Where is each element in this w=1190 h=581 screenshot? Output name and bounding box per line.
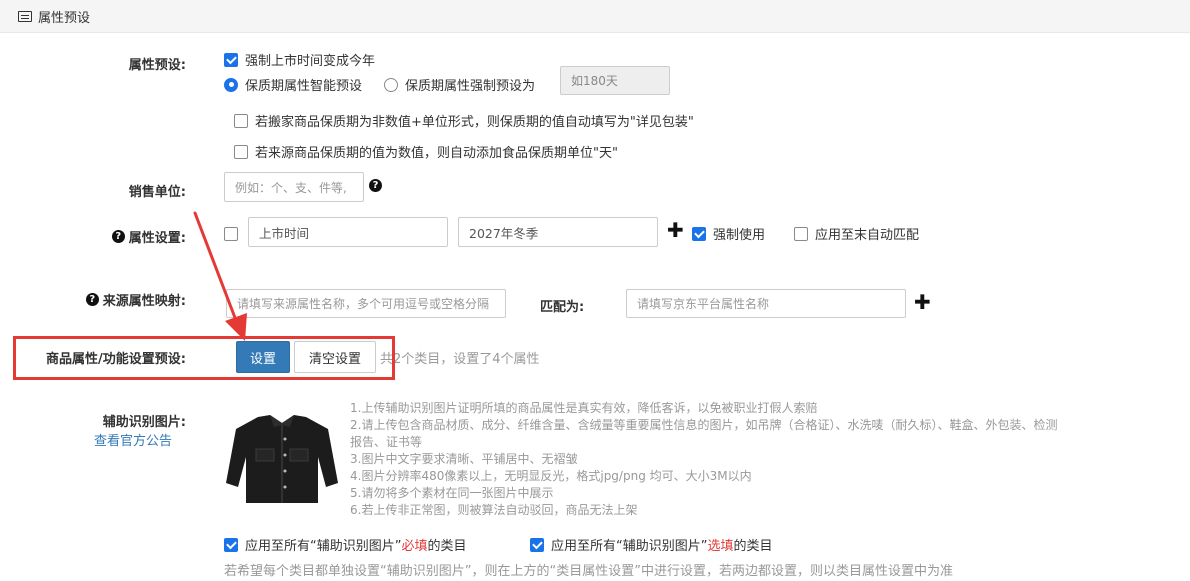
required-tag: 必填	[401, 539, 428, 554]
rule-line: 1.上传辅助识别图片证明所填的商品属性是真实有效，降低客诉，以免被职业打假人索赔	[350, 401, 818, 415]
aux-image-label: 辅助识别图片:	[102, 415, 186, 430]
attr-setting-label: 属性设置:	[128, 231, 186, 246]
source-map-label-group: ? 来源属性映射:	[20, 290, 186, 309]
add-map-plus-icon[interactable]: ✚	[914, 292, 931, 312]
rule-line: 6.若上传非正常图，则被算法自动驳回，商品无法上架	[350, 503, 638, 517]
force-use-checkbox[interactable]	[692, 226, 706, 241]
rule-line: 2.请上传包含商品材质、成分、纤维含量、含绒量等重要属性信息的图片，如吊牌（合格…	[350, 418, 1058, 432]
aux-image-rules: 1.上传辅助识别图片证明所填的商品属性是真实有效，降低客诉，以免被职业打假人索赔…	[350, 400, 1057, 519]
attr-setting-label-group: ? 属性设置:	[60, 227, 186, 246]
attr-value-input[interactable]: 2027年冬季	[458, 217, 658, 247]
target-attr-input[interactable]: 请填写京东平台属性名称	[626, 289, 906, 318]
help-icon[interactable]: ?	[111, 230, 125, 243]
add-attr-plus-icon[interactable]: ✚	[667, 220, 684, 240]
jacket-product-image	[226, 415, 338, 503]
add-unit-option[interactable]: 若来源商品保质期的值为数值，则自动添加食品保质期单位"天"	[234, 142, 618, 161]
force-use-label: 强制使用	[713, 228, 766, 243]
radio-force[interactable]	[384, 77, 398, 92]
match-label: 匹配为:	[540, 300, 585, 315]
optional-tag: 选填	[707, 539, 734, 554]
help-icon[interactable]: ?	[85, 293, 99, 306]
rule-line: 3.图片中文字要求清晰、平铺居中、无褶皱	[350, 452, 578, 466]
section-title: 属性预设	[38, 10, 91, 26]
source-map-label: 来源属性映射:	[102, 294, 186, 309]
add-unit-label: 若来源商品保质期的值为数值，则自动添加食品保质期单位"天"	[255, 146, 618, 161]
radio-smart[interactable]	[224, 77, 238, 92]
apply-end-label: 应用至末自动匹配	[815, 228, 920, 243]
shelf-life-input[interactable]: 如180天	[560, 66, 670, 95]
force-year-option[interactable]: 强制上市时间变成今年	[224, 50, 375, 69]
force-year-checkbox[interactable]	[224, 52, 238, 67]
radio-force-label: 保质期属性强制预设为	[405, 79, 536, 94]
apply-optional-suffix: 的类目	[733, 539, 773, 554]
sales-unit-label: 销售单位:	[128, 185, 186, 200]
apply-optional-checkbox[interactable]	[530, 537, 544, 552]
product-attr-summary: 共2个类目，设置了4个属性	[380, 352, 540, 367]
apply-end-checkbox[interactable]	[794, 226, 808, 241]
list-icon	[18, 10, 32, 22]
source-attr-input[interactable]: 请填写来源属性名称，多个可用逗号或空格分隔	[226, 289, 506, 318]
preset-label: 属性预设:	[128, 58, 186, 73]
force-year-label: 强制上市时间变成今年	[245, 54, 376, 69]
rule-line: 5.请勿将多个素材在同一张图片中展示	[350, 486, 554, 500]
annotation-arrow	[193, 211, 247, 341]
apply-required-checkbox[interactable]	[224, 537, 238, 552]
radio-smart-option[interactable]: 保质期属性智能预设	[224, 75, 362, 94]
apply-required-suffix: 的类目	[427, 539, 467, 554]
apply-required-option[interactable]: 应用至所有“辅助识别图片” 必填 的类目	[224, 535, 467, 554]
apply-end-option[interactable]: 应用至末自动匹配	[794, 224, 919, 243]
attr-name-input[interactable]: 上市时间	[248, 217, 448, 247]
aux-image-footer-note: 若希望每个类目都单独设置“辅助识别图片”，则在上方的“类目属性设置”中进行设置，…	[224, 564, 953, 579]
section-header: 属性预设	[0, 0, 1190, 33]
help-icon[interactable]: ?	[369, 179, 382, 192]
detail-pack-checkbox[interactable]	[234, 113, 248, 128]
rule-line: 4.图片分辨率480像素以上，无明显反光，格式jpg/png 均可、大小3M以内	[350, 469, 752, 483]
rule-line: 报告、证书等	[350, 435, 423, 449]
force-use-option[interactable]: 强制使用	[692, 224, 765, 243]
apply-optional-text: 应用至所有“辅助识别图片”	[551, 539, 708, 554]
sales-unit-input[interactable]: 例如：个、支、件等,	[224, 172, 364, 202]
add-unit-checkbox[interactable]	[234, 144, 248, 159]
detail-pack-option[interactable]: 若搬家商品保质期为非数值+单位形式，则保质期的值自动填写为"详见包装"	[234, 111, 694, 130]
radio-smart-label: 保质期属性智能预设	[245, 79, 363, 94]
apply-optional-option[interactable]: 应用至所有“辅助识别图片” 选填 的类目	[530, 535, 773, 554]
detail-pack-label: 若搬家商品保质期为非数值+单位形式，则保质期的值自动填写为"详见包装"	[255, 115, 694, 130]
official-notice-link[interactable]: 查看官方公告	[94, 430, 172, 449]
radio-force-option[interactable]: 保质期属性强制预设为	[384, 75, 535, 94]
apply-required-text: 应用至所有“辅助识别图片”	[245, 539, 402, 554]
